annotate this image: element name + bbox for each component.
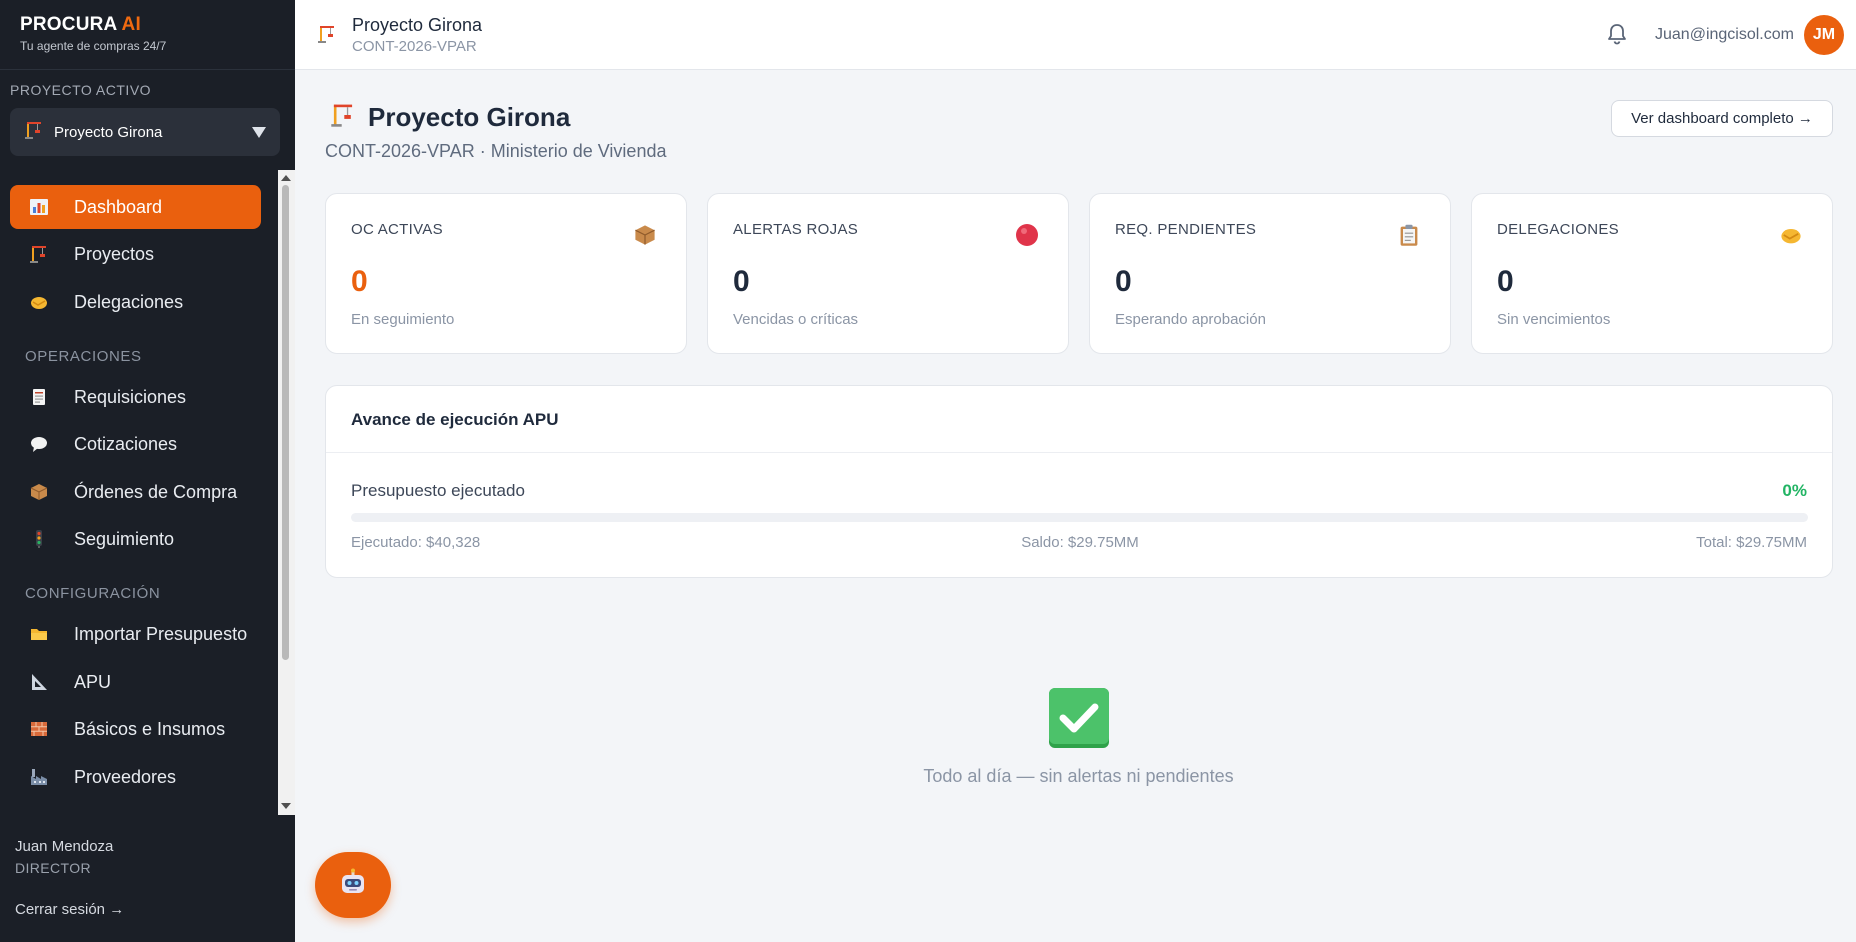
crane-icon	[28, 243, 50, 265]
topbar-project-title: Proyecto Girona	[352, 15, 483, 35]
assistant-bot-button[interactable]	[315, 852, 391, 918]
sidebar-item-label: Importar Presupuesto	[74, 623, 248, 644]
scroll-down-arrow-icon[interactable]	[281, 803, 291, 809]
package-icon	[28, 481, 50, 503]
handshake-icon	[1778, 222, 1804, 248]
stat-card-sub: Vencidas o críticas	[733, 311, 859, 328]
robot-icon	[337, 867, 369, 904]
sidebar-user-name: Juan Mendoza	[15, 838, 114, 855]
speech-bubble-icon	[28, 433, 50, 455]
sidebar-item-label: Órdenes de Compra	[74, 481, 238, 502]
logout-link[interactable]: Cerrar sesión →	[15, 901, 124, 918]
stat-card-alertas-rojas[interactable]: ALERTAS ROJAS 0 Vencidas o críticas	[707, 193, 1069, 354]
topbar: Proyecto Girona CONT-2026-VPAR Juan@ingc…	[295, 0, 1856, 70]
stat-card-label: OC ACTIVAS	[351, 221, 443, 238]
scroll-up-arrow-icon[interactable]	[281, 175, 291, 181]
user-email: Juan@ingcisol.com	[1655, 26, 1794, 43]
receipt-icon	[28, 386, 50, 408]
active-project-name: Proyecto Girona	[54, 123, 163, 141]
sidebar-item-basicos[interactable]: Básicos e Insumos	[10, 707, 261, 751]
sidebar-item-cotizaciones[interactable]: Cotizaciones	[10, 422, 261, 466]
brand-logo: PROCURA AI Tu agente de compras 24/7	[20, 14, 166, 53]
sidebar-item-proyectos[interactable]: Proyectos	[10, 232, 261, 276]
bar-chart-icon	[28, 196, 50, 218]
sidebar-item-delegaciones[interactable]: Delegaciones	[10, 280, 261, 324]
page-title: Proyecto Girona	[368, 102, 571, 132]
clipboard-icon	[1396, 222, 1422, 248]
section-operaciones: OPERACIONES	[25, 348, 142, 365]
apu-balance: Saldo: $29.75MM	[1021, 534, 1139, 551]
sidebar-item-label: Seguimiento	[74, 528, 175, 549]
check-mark-icon	[1048, 687, 1110, 749]
topbar-project-code: CONT-2026-VPAR	[352, 38, 477, 55]
crane-icon	[317, 24, 337, 49]
handshake-icon	[28, 291, 50, 313]
triangle-ruler-icon	[28, 671, 50, 693]
sidebar-user-role: DIRECTOR	[15, 860, 92, 876]
apu-percent: 0%	[1782, 481, 1807, 500]
sidebar-item-label: Proveedores	[74, 766, 177, 787]
sidebar-item-label: Delegaciones	[74, 291, 184, 312]
stat-card-sub: Sin vencimientos	[1497, 311, 1611, 328]
sidebar-item-apu[interactable]: APU	[10, 660, 261, 704]
sidebar-item-dashboard[interactable]: Dashboard	[10, 185, 261, 229]
stat-card-value: 0	[351, 265, 368, 298]
avatar[interactable]: JM	[1804, 15, 1844, 55]
bricks-icon	[28, 718, 50, 740]
sidebar-item-seguimiento[interactable]: Seguimiento	[10, 517, 261, 561]
stat-card-label: ALERTAS ROJAS	[733, 221, 859, 238]
sidebar-item-label: Básicos e Insumos	[74, 718, 226, 739]
sidebar-item-label: Requisiciones	[74, 386, 187, 407]
stat-card-delegaciones[interactable]: DELEGACIONES 0 Sin vencimientos	[1471, 193, 1833, 354]
factory-icon	[28, 766, 50, 788]
stat-card-oc-activas[interactable]: OC ACTIVAS 0 En seguimiento	[325, 193, 687, 354]
sidebar-item-label: APU	[74, 671, 112, 692]
sidebar-scroll-thumb[interactable]	[282, 185, 289, 660]
brand-name: PROCURA	[20, 14, 117, 35]
sidebar-item-importar[interactable]: Importar Presupuesto	[10, 612, 261, 656]
apu-title: Avance de ejecución APU	[351, 410, 559, 429]
bell-icon[interactable]	[1606, 22, 1628, 51]
apu-progress-bar	[351, 513, 1808, 522]
stat-card-value: 0	[733, 265, 750, 298]
stat-card-value: 0	[1115, 265, 1132, 298]
sidebar-item-proveedores[interactable]: Proveedores	[10, 755, 261, 799]
page-subtitle: CONT-2026-VPAR · Ministerio de Vivienda	[325, 141, 667, 161]
stat-card-value: 0	[1497, 265, 1514, 298]
crane-icon	[24, 120, 44, 145]
project-selector[interactable]: Proyecto Girona	[10, 108, 280, 156]
sidebar-item-label: Proyectos	[74, 243, 155, 264]
sidebar-item-label: Cotizaciones	[74, 433, 178, 454]
section-configuracion: CONFIGURACIÓN	[25, 585, 161, 602]
stat-card-sub: En seguimiento	[351, 311, 455, 328]
sidebar-item-ordenes[interactable]: Órdenes de Compra	[10, 470, 261, 514]
active-project-label: PROYECTO ACTIVO	[10, 82, 152, 98]
package-icon	[632, 222, 658, 248]
apu-label: Presupuesto ejecutado	[351, 481, 525, 500]
red-circle-icon	[1014, 222, 1040, 248]
sidebar-item-label: Dashboard	[74, 196, 163, 217]
apu-total: Total: $29.75MM	[1696, 534, 1807, 551]
brand-accent: AI	[121, 14, 141, 35]
apu-progress-panel: Avance de ejecución APU Presupuesto ejec…	[325, 385, 1833, 578]
traffic-light-icon	[28, 528, 50, 550]
stat-card-label: DELEGACIONES	[1497, 221, 1619, 238]
brand-tagline: Tu agente de compras 24/7	[20, 39, 167, 53]
folder-icon	[28, 623, 50, 645]
stat-card-req-pendientes[interactable]: REQ. PENDIENTES 0 Esperando aprobación	[1089, 193, 1451, 354]
sidebar-divider	[0, 69, 295, 70]
apu-divider	[326, 452, 1832, 453]
crane-icon	[330, 102, 356, 133]
sidebar-item-requisiciones[interactable]: Requisiciones	[10, 375, 261, 419]
sidebar-nav: Dashboard Proyectos Delegaciones OPERACI…	[0, 170, 278, 815]
sidebar: PROCURA AI Tu agente de compras 24/7 PRO…	[0, 0, 295, 942]
view-dashboard-button[interactable]: Ver dashboard completo →	[1611, 100, 1833, 137]
stat-card-label: REQ. PENDIENTES	[1115, 221, 1257, 238]
empty-state-text: Todo al día — sin alertas ni pendientes	[923, 766, 1234, 786]
page-title-row: Proyecto Girona	[330, 102, 570, 133]
stat-card-sub: Esperando aprobación	[1115, 311, 1266, 328]
chevron-down-icon	[252, 126, 266, 138]
